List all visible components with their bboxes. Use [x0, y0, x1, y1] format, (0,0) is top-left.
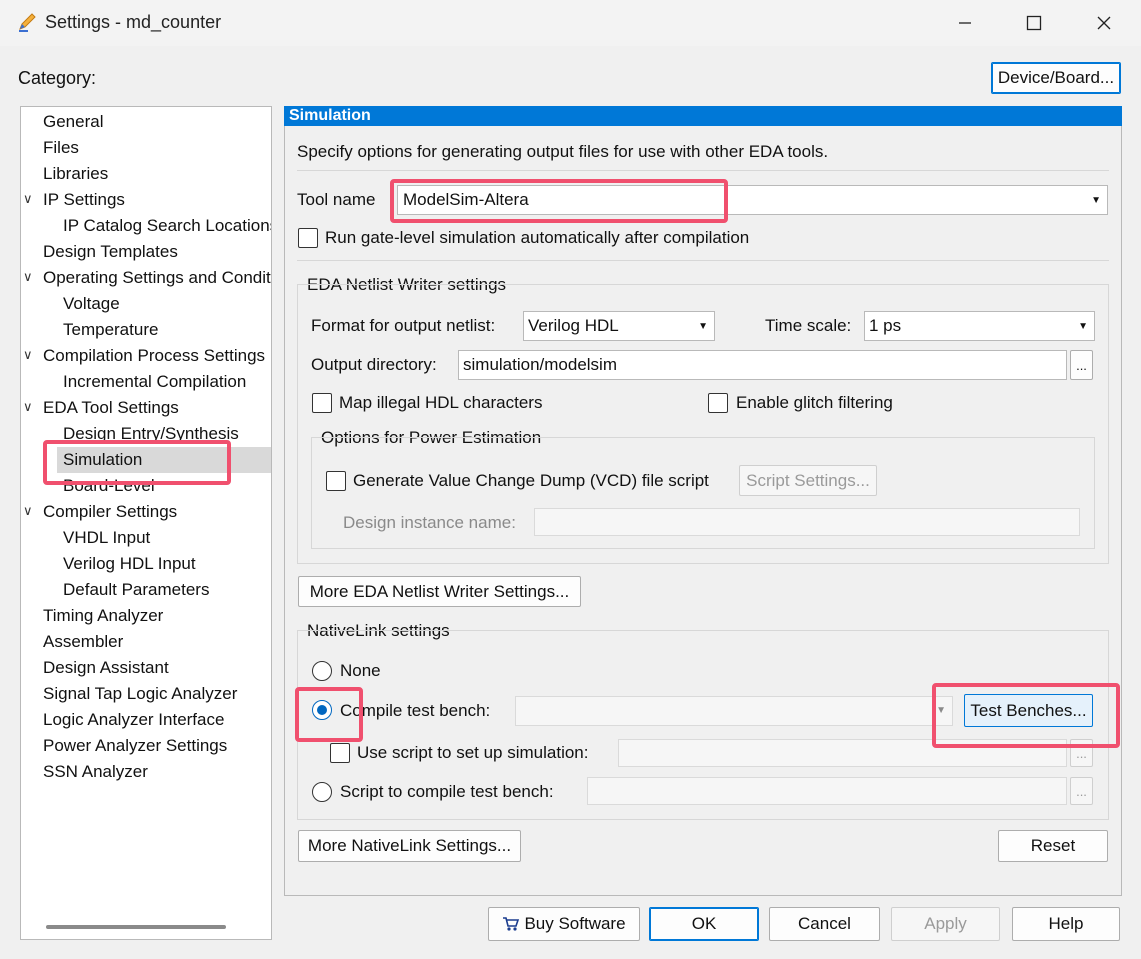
script-settings-button[interactable]: Script Settings... — [739, 465, 877, 496]
tree-item-ssn-analyzer[interactable]: SSN Analyzer — [43, 759, 148, 785]
glitch-filter-checkbox[interactable] — [708, 393, 728, 413]
tree-item-power-analyzer-settings[interactable]: Power Analyzer Settings — [43, 733, 227, 759]
maximize-button[interactable] — [999, 0, 1069, 46]
tree-item-files[interactable]: Files — [43, 135, 79, 161]
category-label: Category: — [18, 68, 97, 88]
separator — [297, 170, 1109, 171]
category-tree: General Files Libraries ∨ IP Settings IP Cata… — [20, 106, 272, 940]
script-compile-browse-button[interactable]: ... — [1070, 777, 1093, 805]
tree-item-design-assistant[interactable]: Design Assistant — [43, 655, 169, 681]
separator — [297, 260, 1109, 261]
minimize-icon — [959, 22, 971, 24]
more-eda-settings-button[interactable]: More EDA Netlist Writer Settings... — [298, 576, 581, 607]
run-gate-level-label: Run gate-level simulation automatically … — [325, 228, 750, 247]
tree-item-timing-analyzer[interactable]: Timing Analyzer — [43, 603, 163, 629]
output-dir-input[interactable]: simulation/modelsim — [458, 350, 1067, 380]
compile-test-bench-combobox[interactable]: ▼ — [515, 696, 953, 726]
pencil-app-icon — [19, 13, 36, 32]
chevron-down-icon[interactable]: ∨ — [23, 399, 33, 415]
format-value: Verilog HDL — [528, 316, 619, 335]
tool-name-label: Tool name — [297, 190, 376, 209]
chevron-down-icon: ▼ — [1078, 321, 1088, 332]
output-dir-label: Output directory: — [311, 355, 437, 374]
chevron-down-icon[interactable]: ∨ — [23, 269, 33, 285]
format-combobox[interactable]: Verilog HDL ▼ — [523, 311, 715, 341]
use-script-label: Use script to set up simulation: — [357, 743, 589, 762]
none-label: None — [340, 661, 381, 680]
panel-header: Simulation — [284, 106, 1122, 126]
tree-item-vhdl-input[interactable]: VHDL Input — [63, 525, 150, 551]
tree-item-general[interactable]: General — [43, 109, 103, 135]
time-scale-combobox[interactable]: 1 ps ▼ — [864, 311, 1095, 341]
minimize-button[interactable] — [930, 0, 1000, 46]
run-gate-level-checkbox[interactable] — [298, 228, 318, 248]
tree-item-design-templates[interactable]: Design Templates — [43, 239, 178, 265]
chevron-down-icon[interactable]: ∨ — [23, 503, 33, 519]
map-illegal-checkbox[interactable] — [312, 393, 332, 413]
help-button[interactable]: Help — [1012, 907, 1120, 941]
script-compile-input[interactable] — [587, 777, 1067, 805]
chevron-down-icon: ▼ — [698, 321, 708, 332]
glitch-filter-label: Enable glitch filtering — [736, 393, 893, 412]
script-compile-label: Script to compile test bench: — [340, 782, 554, 801]
tree-horizontal-scrollbar[interactable] — [46, 925, 226, 929]
tree-item-ip-catalog-search-locations[interactable]: IP Catalog Search Locations — [63, 213, 271, 239]
tree-item-compiler-settings[interactable]: Compiler Settings — [43, 499, 177, 525]
map-illegal-label: Map illegal HDL characters — [339, 393, 543, 412]
apply-button[interactable]: Apply — [891, 907, 1000, 941]
tree-item-default-parameters[interactable]: Default Parameters — [63, 577, 209, 603]
format-label: Format for output netlist: — [311, 316, 496, 335]
panel-description: Specify options for generating output fi… — [297, 142, 829, 161]
design-instance-label: Design instance name: — [343, 513, 516, 532]
cart-icon — [503, 917, 520, 931]
time-scale-value: 1 ps — [869, 316, 902, 335]
chevron-down-icon[interactable]: ∨ — [23, 191, 33, 207]
tree-item-logic-analyzer-interface[interactable]: Logic Analyzer Interface — [43, 707, 224, 733]
script-compile-radio[interactable] — [312, 782, 332, 802]
close-button[interactable] — [1069, 0, 1139, 46]
tree-item-incremental-compilation[interactable]: Incremental Compilation — [63, 369, 246, 395]
annotation-tool-name — [390, 179, 728, 223]
tree-item-signal-tap-logic-analyzer[interactable]: Signal Tap Logic Analyzer — [43, 681, 237, 707]
maximize-icon — [1026, 15, 1042, 31]
tree-item-verilog-hdl-input[interactable]: Verilog HDL Input — [63, 551, 196, 577]
vcd-label: Generate Value Change Dump (VCD) file sc… — [353, 471, 709, 490]
vcd-checkbox[interactable] — [326, 471, 346, 491]
tree-item-compilation-process-settings[interactable]: Compilation Process Settings — [43, 343, 265, 369]
chevron-down-icon: ▼ — [1091, 195, 1101, 206]
time-scale-label: Time scale: — [765, 316, 852, 335]
tree-item-ip-settings[interactable]: IP Settings — [43, 187, 125, 213]
output-dir-value: simulation/modelsim — [463, 355, 617, 374]
buy-software-label: Buy Software — [524, 914, 626, 933]
chevron-down-icon[interactable]: ∨ — [23, 347, 33, 363]
tree-item-operating-settings-and-conditions[interactable]: Operating Settings and Conditions — [43, 265, 271, 291]
buy-software-button[interactable]: Buy Software — [488, 907, 640, 941]
none-radio[interactable] — [312, 661, 332, 681]
tree-item-assembler[interactable]: Assembler — [43, 629, 123, 655]
annotation-simulation — [43, 440, 231, 485]
tree-item-temperature[interactable]: Temperature — [63, 317, 158, 343]
design-instance-input[interactable] — [534, 508, 1080, 536]
use-script-checkbox[interactable] — [330, 743, 350, 763]
output-dir-browse-button[interactable]: ... — [1070, 350, 1093, 380]
tree-item-eda-tool-settings[interactable]: EDA Tool Settings — [43, 395, 179, 421]
cancel-button[interactable]: Cancel — [769, 907, 880, 941]
window-title: Settings - md_counter — [45, 12, 222, 32]
ok-button[interactable]: OK — [649, 907, 759, 941]
close-icon — [1097, 16, 1111, 30]
annotation-test-benches — [932, 683, 1120, 748]
more-nativelink-settings-button[interactable]: More NativeLink Settings... — [298, 830, 521, 862]
reset-button[interactable]: Reset — [998, 830, 1108, 862]
tree-item-libraries[interactable]: Libraries — [43, 161, 108, 187]
tree-item-voltage[interactable]: Voltage — [63, 291, 120, 317]
device-board-button[interactable]: Device/Board... — [991, 62, 1121, 94]
annotation-compile-radio — [295, 687, 363, 742]
